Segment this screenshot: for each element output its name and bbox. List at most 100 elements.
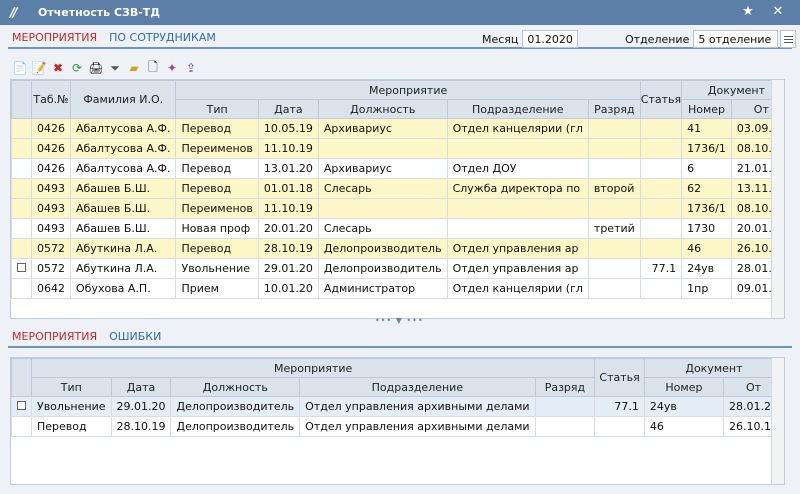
table-row[interactable]: 0493 Абашев Б.Ш. Перевод 01.01.18 Слесарь Слу… <box>11 178 784 199</box>
cell-article[interactable] <box>639 198 683 219</box>
cell-position[interactable]: Делопроизводитель <box>170 396 301 417</box>
cell-position[interactable] <box>317 138 448 159</box>
cell-fio[interactable]: Абуткина Л.А. <box>69 238 177 259</box>
row-checkbox-cell[interactable] <box>11 178 32 199</box>
cell-grade[interactable] <box>587 278 641 299</box>
cell-tab[interactable]: 0642 <box>31 278 71 299</box>
cell-fio[interactable]: Абашев Б.Ш. <box>69 178 177 199</box>
header-grade[interactable]: Разряд <box>587 99 641 119</box>
row-checkbox-cell[interactable] <box>11 118 32 139</box>
cell-date[interactable]: 10.01.20 <box>257 278 319 299</box>
cell-type[interactable]: Переименов <box>175 198 259 219</box>
cell-type[interactable]: Увольнение <box>175 258 259 279</box>
cell-division[interactable] <box>446 138 589 159</box>
cell-number[interactable]: 6 <box>681 158 732 179</box>
cell-article[interactable] <box>639 218 683 239</box>
cell-type[interactable]: Перевод <box>175 118 259 139</box>
cell-type[interactable]: Перевод <box>175 158 259 179</box>
cell-division[interactable]: Отдел ДОУ <box>446 158 589 179</box>
header-fio[interactable]: Фамилия И.О. <box>69 80 177 119</box>
details-header-number[interactable]: Номер <box>643 377 724 397</box>
cell-fio[interactable]: Абалтусова А.Ф. <box>69 118 177 139</box>
cell-division[interactable] <box>446 198 589 219</box>
row-checkbox-cell[interactable] <box>11 218 32 239</box>
close-icon[interactable]: ✕ <box>770 4 786 20</box>
cell-tab[interactable]: 0426 <box>31 158 71 179</box>
table-row[interactable]: 0572 Абуткина Л.А. Увольнение 29.01.20 Делоп… <box>11 258 784 279</box>
cell-type[interactable]: Перевод <box>31 416 112 437</box>
header-tab-no[interactable]: Таб.№ <box>31 80 71 119</box>
cell-number[interactable]: 24ув <box>681 258 732 279</box>
document-icon[interactable]: 🗋 <box>145 60 161 76</box>
filter-icon[interactable]: ⏷ <box>107 60 123 76</box>
cell-tab[interactable]: 0426 <box>31 138 71 159</box>
cell-position[interactable]: Администратор <box>317 278 448 299</box>
cell-number[interactable]: 24ув <box>643 396 724 417</box>
row-checkbox-cell[interactable] <box>11 238 32 259</box>
cell-tab[interactable]: 0493 <box>31 178 71 199</box>
details-header-type[interactable]: Тип <box>31 377 112 397</box>
cell-date[interactable]: 20.01.20 <box>257 218 319 239</box>
details-header-grade[interactable]: Разряд <box>534 377 596 397</box>
month-input[interactable]: 01.2020 <box>522 30 579 48</box>
cell-division[interactable]: Отдел управления архивными делами <box>299 416 536 437</box>
cell-grade[interactable] <box>587 118 641 139</box>
cell-position[interactable]: Архивариус <box>317 158 448 179</box>
panel-splitter[interactable]: ••• ▼ ••• <box>375 316 424 325</box>
details-header-position[interactable]: Должность <box>170 377 301 397</box>
cell-grade[interactable]: третий <box>587 218 641 239</box>
cell-article[interactable] <box>594 416 645 437</box>
cell-article[interactable] <box>639 238 683 259</box>
row-checkbox-cell[interactable] <box>11 138 32 159</box>
cell-article[interactable] <box>639 278 683 299</box>
cell-position[interactable]: Слесарь <box>317 178 448 199</box>
cell-date[interactable]: 29.01.20 <box>110 396 172 417</box>
row-checkbox[interactable] <box>17 401 26 410</box>
cell-tab[interactable]: 0493 <box>31 198 71 219</box>
details-header-date[interactable]: Дата <box>110 377 172 397</box>
cell-number[interactable]: 46 <box>681 238 732 259</box>
header-article[interactable]: Статья <box>639 80 683 119</box>
cell-number[interactable]: 41 <box>681 118 732 139</box>
edit-icon[interactable]: 📝 <box>31 60 47 76</box>
cell-division[interactable]: Отдел управления ар <box>446 238 589 259</box>
row-checkbox-cell[interactable] <box>11 198 32 219</box>
table-row[interactable]: 0426 Абалтусова А.Ф. Перевод 13.01.20 Архива… <box>11 158 784 179</box>
cell-tab[interactable]: 0426 <box>31 118 71 139</box>
cell-fio[interactable]: Абашев Б.Ш. <box>69 198 177 219</box>
cell-number[interactable]: 1пр <box>681 278 732 299</box>
cell-grade[interactable] <box>587 198 641 219</box>
table-row[interactable]: 0426 Абалтусова А.Ф. Переименов 11.10.19 173… <box>11 138 784 159</box>
cell-date[interactable]: 11.10.19 <box>257 198 319 219</box>
cell-fio[interactable]: Абуткина Л.А. <box>69 258 177 279</box>
header-number[interactable]: Номер <box>681 99 732 119</box>
upload-icon[interactable]: ⇪ <box>183 60 199 76</box>
header-type[interactable]: Тип <box>175 99 259 119</box>
cell-date[interactable]: 11.10.19 <box>257 138 319 159</box>
row-checkbox-cell[interactable] <box>11 258 32 279</box>
cell-grade[interactable]: второй <box>587 178 641 199</box>
cell-date[interactable]: 29.01.20 <box>257 258 319 279</box>
cell-grade[interactable] <box>534 396 596 417</box>
cell-position[interactable]: Слесарь <box>317 218 448 239</box>
delete-icon[interactable]: ✖ <box>50 60 66 76</box>
cell-article[interactable] <box>639 118 683 139</box>
department-menu-icon[interactable] <box>780 30 797 48</box>
cell-date[interactable]: 10.05.19 <box>257 118 319 139</box>
cell-position[interactable]: Делопроизводитель <box>317 238 448 259</box>
cell-number[interactable]: 1730 <box>681 218 732 239</box>
cell-type[interactable]: Новая проф <box>175 218 259 239</box>
details-scrollbar[interactable] <box>771 358 784 484</box>
cell-fio[interactable]: Абашев Б.Ш. <box>69 218 177 239</box>
cell-position[interactable]: Архивариус <box>317 118 448 139</box>
details-header-article[interactable]: Статья <box>594 358 645 397</box>
cell-date[interactable]: 01.01.18 <box>257 178 319 199</box>
magic-wand-icon[interactable]: ✦ <box>164 60 180 76</box>
cell-fio[interactable]: Абалтусова А.Ф. <box>69 158 177 179</box>
refresh-icon[interactable]: ⟳ <box>69 60 85 76</box>
cell-grade[interactable] <box>587 238 641 259</box>
cell-grade[interactable] <box>534 416 596 437</box>
table-row[interactable]: 0572 Абуткина Л.А. Перевод 28.10.19 Делопрои… <box>11 238 784 259</box>
table-row[interactable]: Увольнение 29.01.20 Делопроизводитель Отдел… <box>11 396 784 417</box>
row-checkbox[interactable] <box>17 263 26 272</box>
